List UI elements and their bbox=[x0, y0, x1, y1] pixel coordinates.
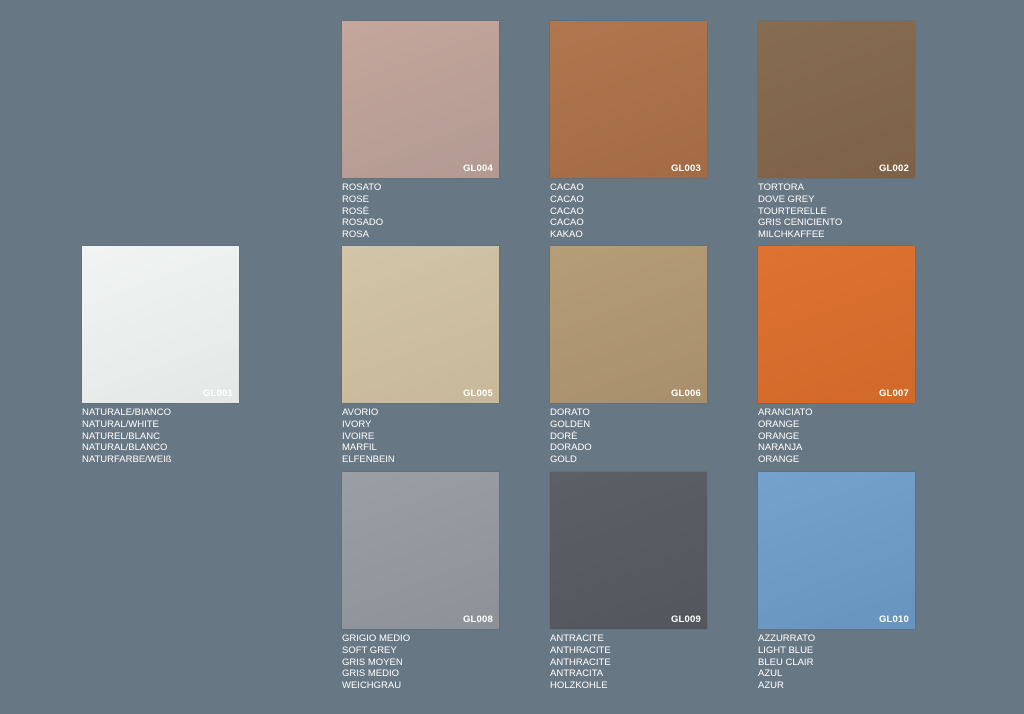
swatch-code: GL010 bbox=[878, 614, 909, 625]
color-name-list: ROSATO ROSE ROSÈ ROSADO ROSA bbox=[342, 182, 499, 241]
color-name-it: ROSATO bbox=[342, 182, 382, 193]
color-swatch[interactable]: GL010 bbox=[758, 472, 915, 629]
color-name-it: ARANCIATO bbox=[758, 407, 813, 418]
color-swatch[interactable]: GL003 bbox=[550, 21, 707, 178]
color-name-de: GOLD bbox=[550, 454, 577, 466]
swatch-card-gl002: GL002 TORTORA DOVE GREY TOURTERELLE GRIS… bbox=[758, 21, 915, 241]
swatch-code: GL007 bbox=[878, 388, 909, 399]
color-name-es: CACAO bbox=[550, 217, 584, 229]
swatch-card-gl003: GL003 CACAO CACAO CACAO CACAO KAKAO bbox=[550, 21, 707, 241]
color-name-en: ROSE bbox=[342, 193, 369, 205]
color-name-en: ANTHRACITE bbox=[550, 644, 611, 656]
color-name-it: ANTRACITE bbox=[550, 633, 604, 644]
color-swatch[interactable]: GL008 bbox=[342, 472, 499, 629]
color-name-it: GRIGIO MEDIO bbox=[342, 633, 411, 644]
color-name-en: IVORY bbox=[342, 418, 372, 430]
color-name-de: AZUR bbox=[758, 680, 784, 692]
color-name-list: GRIGIO MEDIO SOFT GREY GRIS MOYEN GRIS M… bbox=[342, 633, 499, 692]
swatch-code: GL001 bbox=[202, 388, 233, 399]
color-name-fr: GRIS MOYEN bbox=[342, 656, 403, 668]
color-name-fr: TOURTERELLE bbox=[758, 205, 827, 217]
color-name-it: AVORIO bbox=[342, 407, 379, 418]
swatch-code: GL008 bbox=[462, 614, 493, 625]
color-name-list: AZZURRATO LIGHT BLUE BLEU CLAIR AZUL AZU… bbox=[758, 633, 915, 692]
color-name-fr: ANTHRACITE bbox=[550, 656, 611, 668]
color-name-de: HOLZKOHLE bbox=[550, 680, 608, 692]
swatch-code: GL002 bbox=[878, 163, 909, 174]
color-name-de: MILCHKAFFEE bbox=[758, 229, 825, 241]
color-name-list: CACAO CACAO CACAO CACAO KAKAO bbox=[550, 182, 707, 241]
color-name-list: TORTORA DOVE GREY TOURTERELLE GRIS CENIC… bbox=[758, 182, 915, 241]
swatch-card-gl005: GL005 AVORIO IVORY IVOIRE MARFIL ELFENBE… bbox=[342, 246, 499, 466]
color-swatch[interactable]: GL002 bbox=[758, 21, 915, 178]
color-name-list: DORATO GOLDEN DORÈ DORADO GOLD bbox=[550, 407, 707, 466]
color-name-en: LIGHT BLUE bbox=[758, 644, 814, 656]
color-name-es: NATURAL/BLANCO bbox=[82, 442, 168, 454]
color-name-de: ORANGE bbox=[758, 454, 800, 466]
color-name-list: NATURALE/BIANCO NATURAL/WHITE NATUREL/BL… bbox=[82, 407, 239, 466]
color-name-it: DORATO bbox=[550, 407, 590, 418]
color-name-fr: IVOIRE bbox=[342, 430, 375, 442]
swatch-code: GL005 bbox=[462, 388, 493, 399]
swatch-code: GL009 bbox=[670, 614, 701, 625]
swatch-code: GL003 bbox=[670, 163, 701, 174]
color-name-list: ANTRACITE ANTHRACITE ANTHRACITE ANTRACIT… bbox=[550, 633, 707, 692]
color-name-es: ROSADO bbox=[342, 217, 384, 229]
color-name-es: ANTRACITA bbox=[550, 668, 604, 680]
color-name-de: NATURFARBE/WEIß bbox=[82, 454, 172, 466]
color-name-de: KAKAO bbox=[550, 229, 583, 241]
color-name-list: AVORIO IVORY IVOIRE MARFIL ELFENBEIN bbox=[342, 407, 499, 466]
color-name-en: NATURAL/WHITE bbox=[82, 418, 159, 430]
color-name-es: DORADO bbox=[550, 442, 592, 454]
swatch-card-gl009: GL009 ANTRACITE ANTHRACITE ANTHRACITE AN… bbox=[550, 472, 707, 692]
swatch-card-gl004: GL004 ROSATO ROSE ROSÈ ROSADO ROSA bbox=[342, 21, 499, 241]
color-name-es: GRIS CENICIENTO bbox=[758, 217, 843, 229]
color-name-en: GOLDEN bbox=[550, 418, 591, 430]
color-name-en: ORANGE bbox=[758, 418, 800, 430]
color-swatch[interactable]: GL006 bbox=[550, 246, 707, 403]
color-name-it: NATURALE/BIANCO bbox=[82, 407, 172, 418]
color-name-fr: ROSÈ bbox=[342, 205, 369, 217]
color-name-es: NARANJA bbox=[758, 442, 803, 454]
swatch-card-gl010: GL010 AZZURRATO LIGHT BLUE BLEU CLAIR AZ… bbox=[758, 472, 915, 692]
color-name-it: AZZURRATO bbox=[758, 633, 816, 644]
color-name-fr: ORANGE bbox=[758, 430, 800, 442]
swatch-code: GL004 bbox=[462, 163, 493, 174]
color-name-en: DOVE GREY bbox=[758, 193, 815, 205]
color-swatch[interactable]: GL007 bbox=[758, 246, 915, 403]
color-name-en: CACAO bbox=[550, 193, 584, 205]
swatch-card-gl007: GL007 ARANCIATO ORANGE ORANGE NARANJA OR… bbox=[758, 246, 915, 466]
color-name-fr: CACAO bbox=[550, 205, 584, 217]
color-name-fr: DORÈ bbox=[550, 430, 578, 442]
color-name-de: WEICHGRAU bbox=[342, 680, 402, 692]
color-name-de: ELFENBEIN bbox=[342, 454, 395, 466]
color-swatch[interactable]: GL001 bbox=[82, 246, 239, 403]
color-name-es: GRIS MEDIO bbox=[342, 668, 400, 680]
color-name-fr: BLEU CLAIR bbox=[758, 656, 814, 668]
color-name-fr: NATUREL/BLANC bbox=[82, 430, 160, 442]
color-swatch[interactable]: GL005 bbox=[342, 246, 499, 403]
color-swatch[interactable]: GL009 bbox=[550, 472, 707, 629]
color-swatch[interactable]: GL004 bbox=[342, 21, 499, 178]
color-name-es: AZUL bbox=[758, 668, 783, 680]
swatch-card-gl008: GL008 GRIGIO MEDIO SOFT GREY GRIS MOYEN … bbox=[342, 472, 499, 692]
swatch-card-gl006: GL006 DORATO GOLDEN DORÈ DORADO GOLD bbox=[550, 246, 707, 466]
color-name-it: TORTORA bbox=[758, 182, 804, 193]
color-name-it: CACAO bbox=[550, 182, 584, 193]
color-name-en: SOFT GREY bbox=[342, 644, 397, 656]
color-name-es: MARFIL bbox=[342, 442, 377, 454]
swatch-card-gl001: GL001 NATURALE/BIANCO NATURAL/WHITE NATU… bbox=[82, 246, 239, 466]
swatch-code: GL006 bbox=[670, 388, 701, 399]
color-name-de: ROSA bbox=[342, 229, 369, 241]
color-name-list: ARANCIATO ORANGE ORANGE NARANJA ORANGE bbox=[758, 407, 915, 466]
